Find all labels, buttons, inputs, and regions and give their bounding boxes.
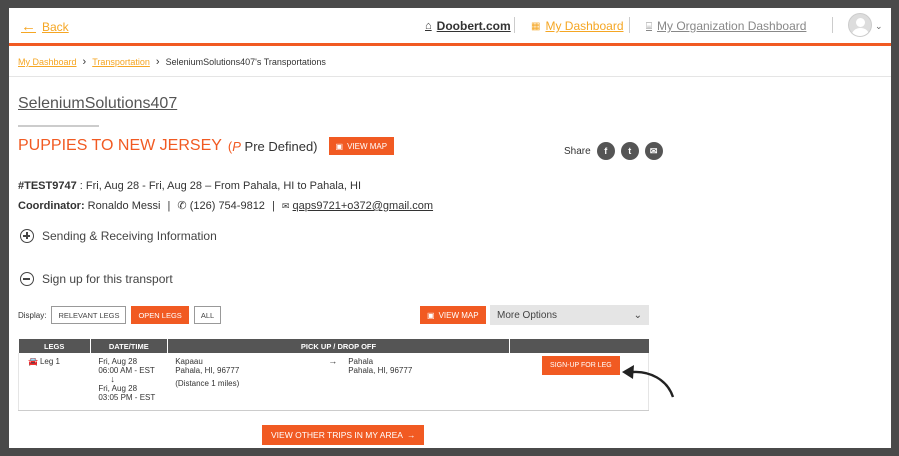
building-icon: ⌸: [646, 20, 652, 32]
arrow-down-icon: ↓: [110, 374, 115, 384]
leg-cell: 🚘 Leg 1: [19, 353, 91, 410]
nav-divider: [629, 17, 630, 33]
title-underline: [18, 125, 99, 127]
chevron-down-icon: ⌄: [633, 309, 642, 321]
coordinator-label: Coordinator:: [18, 200, 85, 212]
signup-transport-toggle[interactable]: Sign up for this transport: [20, 272, 173, 286]
coordinator-phone: (126) 754-9812: [189, 200, 265, 212]
predefined-icon: P: [232, 138, 241, 154]
start-time: 06:00 AM - EST: [98, 366, 155, 375]
pickup-location: Kapaau Pahala, HI, 96777 (Distance 1 mil…: [175, 357, 328, 388]
car-icon: 🚘: [28, 357, 38, 366]
back-label: Back: [42, 19, 69, 34]
sending-receiving-toggle[interactable]: Sending & Receiving Information: [20, 229, 217, 243]
trip-id: #TEST9747: [18, 180, 77, 192]
table-row: 🚘 Leg 1 Fri, Aug 28 06:00 AM - EST ↓ Fri,…: [18, 353, 649, 410]
more-options-select[interactable]: More Options ⌄: [490, 305, 649, 325]
facebook-icon[interactable]: f: [596, 142, 615, 160]
trip-type-label: Pre Defined): [240, 138, 318, 154]
breadcrumb-caret-icon: ›: [82, 56, 87, 68]
display-label: Display:: [18, 310, 47, 320]
back-arrow-icon: ←: [21, 18, 36, 35]
signup-for-leg-button[interactable]: SIGN-UP FOR LEG: [542, 356, 620, 375]
trip-summary: #TEST9747 : Fri, Aug 28 - Fri, Aug 28 – …: [18, 180, 361, 192]
org-name-link[interactable]: SeleniumSolutions407: [18, 95, 177, 113]
page-frame: ← Back ⌂ Doobert.com ▦ My Dashboard ⌸ My…: [9, 8, 891, 448]
start-date: Fri, Aug 28: [98, 357, 138, 366]
trip-title: PUPPIES TO NEW JERSEY: [18, 137, 222, 154]
twitter-icon[interactable]: t: [620, 142, 639, 160]
arrow-right-icon: →: [328, 356, 338, 366]
breadcrumb-transportation[interactable]: Transportation: [92, 57, 150, 67]
org-dashboard-label: My Organization Dashboard: [657, 19, 807, 33]
pickup-city: Kapaau: [175, 357, 203, 366]
envelope-icon: ✉: [281, 201, 290, 211]
doobert-link[interactable]: ⌂ Doobert.com: [425, 19, 511, 33]
col-legs: LEGS: [18, 339, 91, 353]
back-link[interactable]: ← Back: [21, 18, 69, 35]
sending-receiving-label: Sending & Receiving Information: [42, 229, 217, 243]
view-map-button[interactable]: ▣ VIEW MAP: [328, 137, 395, 155]
trip-summary-text: : Fri, Aug 28 - Fri, Aug 28 – From Pahal…: [76, 180, 362, 192]
end-date: Fri, Aug 28: [98, 384, 138, 393]
map-icon: ▣: [335, 141, 344, 151]
legs-view-map-button[interactable]: ▣ VIEW MAP: [420, 306, 486, 324]
nav-divider: [514, 17, 515, 33]
top-navbar: ← Back ⌂ Doobert.com ▦ My Dashboard ⌸ My…: [9, 8, 891, 46]
col-datetime: DATE/TIME: [90, 339, 168, 353]
trip-type: (P Pre Defined): [228, 139, 318, 154]
nav-divider: [832, 17, 833, 33]
arrow-right-icon: →: [406, 430, 416, 440]
separator: |: [167, 200, 171, 212]
my-dashboard-link[interactable]: ▦ My Dashboard: [531, 19, 624, 33]
home-icon: ⌂: [425, 20, 432, 32]
trip-title-row: PUPPIES TO NEW JERSEY (P Pre Defined) ▣ …: [18, 137, 395, 155]
datetime-cell: Fri, Aug 28 06:00 AM - EST ↓ Fri, Aug 28…: [90, 353, 167, 410]
all-legs-button[interactable]: ALL: [193, 306, 222, 324]
end-time: 03:05 PM - EST: [98, 393, 156, 402]
map-icon: ▣: [427, 310, 435, 320]
pointer-arrow-icon: [622, 365, 675, 398]
phone-icon: ✆: [177, 200, 187, 212]
display-filter: Display: RELEVANT LEGS OPEN LEGS ALL: [18, 306, 222, 324]
leg-label: Leg 1: [39, 357, 60, 366]
plus-circle-icon: [20, 229, 34, 243]
breadcrumb-current: SeleniumSolutions407's Transportations: [165, 57, 326, 67]
share-label: Share: [564, 145, 591, 157]
relevant-legs-button[interactable]: RELEVANT LEGS: [51, 306, 127, 324]
dropoff-city: Pahala: [348, 357, 374, 366]
signup-transport-label: Sign up for this transport: [42, 272, 173, 286]
view-map-label: VIEW MAP: [347, 141, 388, 151]
dashboard-icon: ▦: [531, 20, 541, 32]
dropoff-location: Pahala Pahala, HI, 96777: [348, 357, 412, 388]
coordinator-info: Coordinator: Ronaldo Messi | ✆ (126) 754…: [18, 199, 433, 212]
pickup-dropoff-cell: Kapaau Pahala, HI, 96777 (Distance 1 mil…: [167, 353, 510, 410]
dropoff-address: Pahala, HI, 96777: [348, 366, 413, 375]
email-icon[interactable]: ✉: [644, 142, 663, 160]
legs-view-map-label: VIEW MAP: [438, 310, 479, 320]
breadcrumb-my-dashboard[interactable]: My Dashboard: [18, 57, 77, 67]
open-legs-button[interactable]: OPEN LEGS: [131, 306, 189, 324]
minus-circle-icon: [20, 272, 34, 286]
col-action: [509, 339, 649, 353]
view-other-trips-button[interactable]: VIEW OTHER TRIPS IN MY AREA →: [262, 425, 425, 445]
col-pickup-dropoff: PICK UP / DROP OFF: [167, 339, 511, 353]
legs-table: LEGS DATE/TIME PICK UP / DROP OFF 🚘 Leg 1…: [18, 339, 649, 411]
divider: [9, 76, 891, 77]
chevron-down-icon[interactable]: ⌄: [875, 21, 883, 32]
more-options-label: More Options: [497, 309, 558, 321]
view-other-trips-label: VIEW OTHER TRIPS IN MY AREA: [271, 430, 403, 440]
breadcrumb: My Dashboard › Transportation › Selenium…: [18, 56, 326, 68]
user-avatar[interactable]: [848, 13, 872, 37]
share-row: Share f t ✉: [564, 142, 663, 160]
my-dashboard-label: My Dashboard: [545, 19, 624, 33]
separator: |: [272, 200, 275, 212]
pickup-address: Pahala, HI, 96777: [175, 366, 240, 375]
coordinator-name: Ronaldo Messi: [84, 200, 161, 212]
doobert-label: Doobert.com: [436, 19, 511, 33]
coordinator-email[interactable]: qaps9721+o372@gmail.com: [293, 200, 434, 212]
org-dashboard-link[interactable]: ⌸ My Organization Dashboard: [646, 19, 806, 33]
leg-distance: (Distance 1 miles): [175, 379, 240, 388]
breadcrumb-caret-icon: ›: [155, 56, 160, 68]
